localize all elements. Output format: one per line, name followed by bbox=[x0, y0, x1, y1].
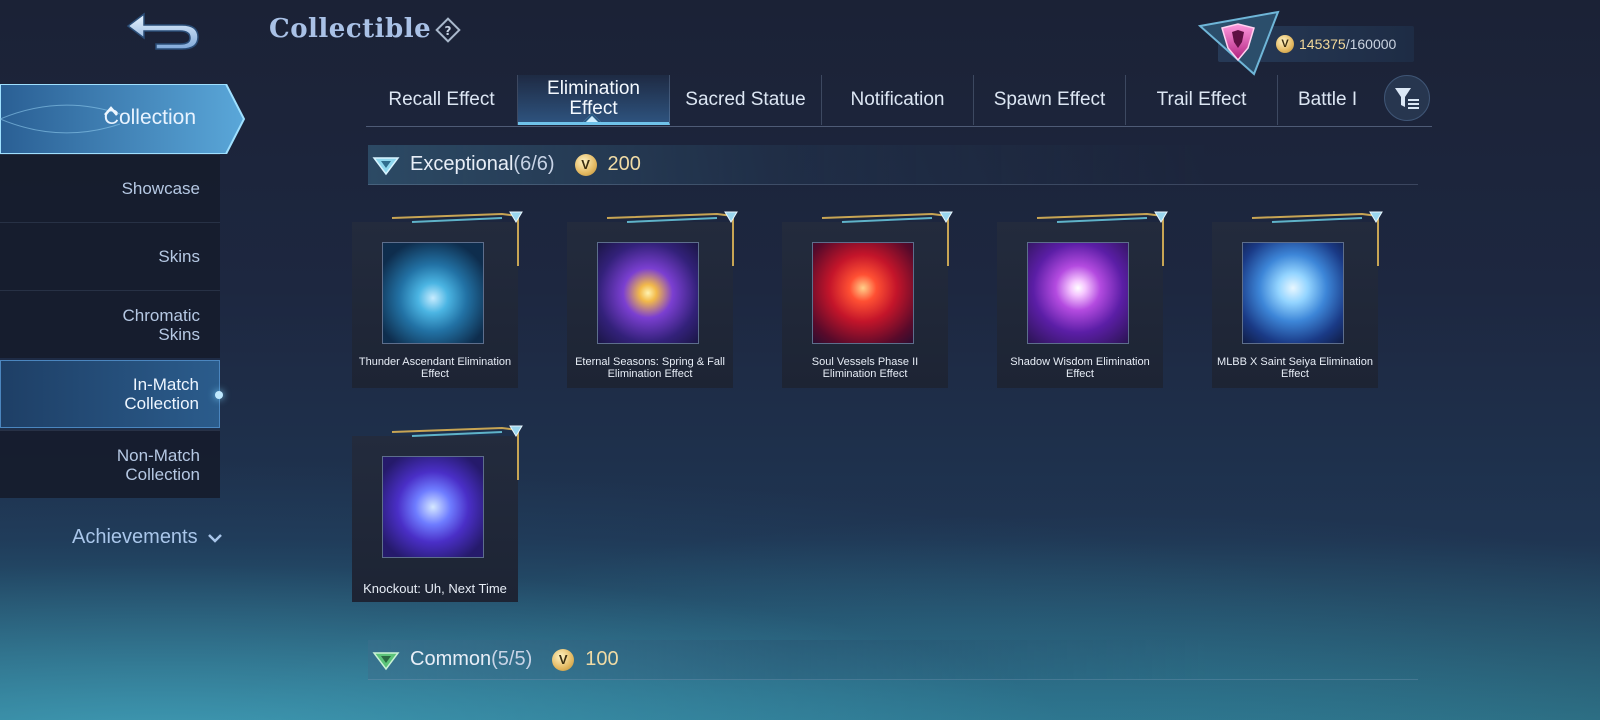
filter-icon bbox=[1395, 88, 1419, 109]
thunder-effect-icon bbox=[382, 242, 484, 344]
effect-card[interactable]: Eternal Seasons: Spring & Fall Eliminati… bbox=[567, 208, 738, 388]
tab-label: Notification bbox=[850, 89, 945, 110]
section-title: Common(5/5) bbox=[410, 648, 532, 671]
svg-text:?: ? bbox=[445, 24, 452, 38]
sidebar-item-label: Chromatic Skins bbox=[122, 305, 200, 344]
effect-card[interactable]: Shadow Wisdom Elimination Effect bbox=[997, 208, 1168, 388]
back-button[interactable] bbox=[108, 4, 218, 56]
tab-elimination-effect[interactable]: Elimination Effect bbox=[518, 75, 670, 125]
shadow-wisdom-effect-icon bbox=[1027, 242, 1129, 344]
help-icon[interactable]: ? bbox=[434, 16, 462, 44]
tab-label: Recall Effect bbox=[388, 89, 495, 110]
collection-coin-icon: V bbox=[574, 153, 597, 176]
collection-points-max: /160000 bbox=[1345, 36, 1397, 52]
sidebar-achievements-label: Achievements bbox=[72, 526, 198, 548]
tab-label: Battle I bbox=[1298, 89, 1358, 110]
sidebar-item-skins[interactable]: Skins bbox=[0, 222, 220, 290]
effect-card[interactable]: Knockout: Uh, Next Time bbox=[352, 422, 523, 602]
page-title: Collectible bbox=[269, 14, 432, 44]
category-tabs: Recall Effect Elimination Effect Sacred … bbox=[366, 75, 1432, 127]
tab-battle[interactable]: Battle I bbox=[1278, 75, 1373, 125]
effect-card[interactable]: Soul Vessels Phase II Elimination Effect bbox=[782, 208, 953, 388]
tab-recall-effect[interactable]: Recall Effect bbox=[366, 75, 518, 125]
tab-trail-effect[interactable]: Trail Effect bbox=[1126, 75, 1278, 125]
knockout-effect-icon bbox=[382, 456, 484, 558]
soul-vessels-effect-icon bbox=[812, 242, 914, 344]
saint-seiya-effect-icon bbox=[1242, 242, 1344, 344]
section-price-value: 100 bbox=[585, 648, 619, 670]
eternal-seasons-effect-icon bbox=[597, 242, 699, 344]
tab-label: Spawn Effect bbox=[993, 89, 1106, 110]
section-price-value: 200 bbox=[607, 153, 641, 175]
tab-label: Elimination Effect bbox=[547, 77, 640, 119]
tab-label: Sacred Statue bbox=[685, 89, 806, 110]
sidebar-item-label: In-Match Collection bbox=[124, 375, 199, 413]
card-label: Shadow Wisdom Elimination Effect bbox=[1010, 356, 1150, 380]
card-label: Knockout: Uh, Next Time bbox=[363, 581, 507, 596]
back-arrow-icon bbox=[126, 12, 199, 50]
sidebar-item-chromatic-skins[interactable]: Chromatic Skins bbox=[0, 290, 220, 358]
section-title: Exceptional(6/6) bbox=[410, 153, 555, 176]
effect-card[interactable]: MLBB X Saint Seiya Elimination Effect bbox=[1212, 208, 1383, 388]
card-label: MLBB X Saint Seiya Elimination Effect bbox=[1217, 356, 1373, 380]
card-label: Thunder Ascendant Elimination Effect bbox=[358, 356, 512, 380]
tab-spawn-effect[interactable]: Spawn Effect bbox=[974, 75, 1126, 125]
sidebar-item-label: Skins bbox=[158, 247, 200, 266]
sidebar-item-label: Non-Match Collection bbox=[116, 445, 200, 484]
section-name: Exceptional bbox=[410, 153, 514, 175]
card-label: Eternal Seasons: Spring & Fall Eliminati… bbox=[575, 356, 725, 380]
section-name: Common bbox=[410, 648, 492, 670]
filter-button[interactable] bbox=[1384, 75, 1430, 121]
common-tier-icon bbox=[372, 651, 400, 670]
sidebar-item-showcase[interactable]: Showcase bbox=[0, 154, 220, 222]
chevron-down-icon bbox=[207, 533, 222, 543]
tab-notification[interactable]: Notification bbox=[822, 75, 974, 125]
sidebar-item-in-match-collection[interactable]: In-Match Collection bbox=[0, 360, 223, 428]
sidebar-head-row: Collection bbox=[104, 106, 196, 130]
collection-points-value: 145375 bbox=[1299, 36, 1346, 52]
section-price: V 200 bbox=[574, 153, 641, 176]
section-header-exceptional: Exceptional(6/6) V 200 bbox=[368, 145, 1418, 185]
collection-coin-icon: V bbox=[552, 648, 575, 671]
collector-rank-emblem-icon[interactable] bbox=[1198, 8, 1280, 76]
section-count: (5/5) bbox=[491, 648, 533, 670]
section-price: V 100 bbox=[552, 648, 619, 671]
sidebar-head-collection[interactable]: Collection bbox=[0, 84, 246, 154]
exceptional-tier-icon bbox=[372, 156, 400, 175]
effect-card[interactable]: Thunder Ascendant Elimination Effect bbox=[352, 208, 523, 388]
tab-label: Trail Effect bbox=[1156, 89, 1247, 110]
card-label: Soul Vessels Phase II Elimination Effect bbox=[811, 356, 919, 380]
section-header-common: Common(5/5) V 100 bbox=[368, 640, 1418, 680]
background-glow bbox=[0, 460, 1600, 720]
sidebar-achievements[interactable]: Achievements bbox=[72, 526, 222, 549]
tab-sacred-statue[interactable]: Sacred Statue bbox=[670, 75, 822, 125]
sidebar-item-label: Showcase bbox=[121, 179, 200, 198]
section-count: (6/6) bbox=[513, 153, 555, 175]
sidebar-item-non-match-collection[interactable]: Non-Match Collection bbox=[0, 430, 220, 498]
chevron-up-icon bbox=[103, 106, 118, 116]
active-indicator-icon bbox=[215, 391, 223, 399]
